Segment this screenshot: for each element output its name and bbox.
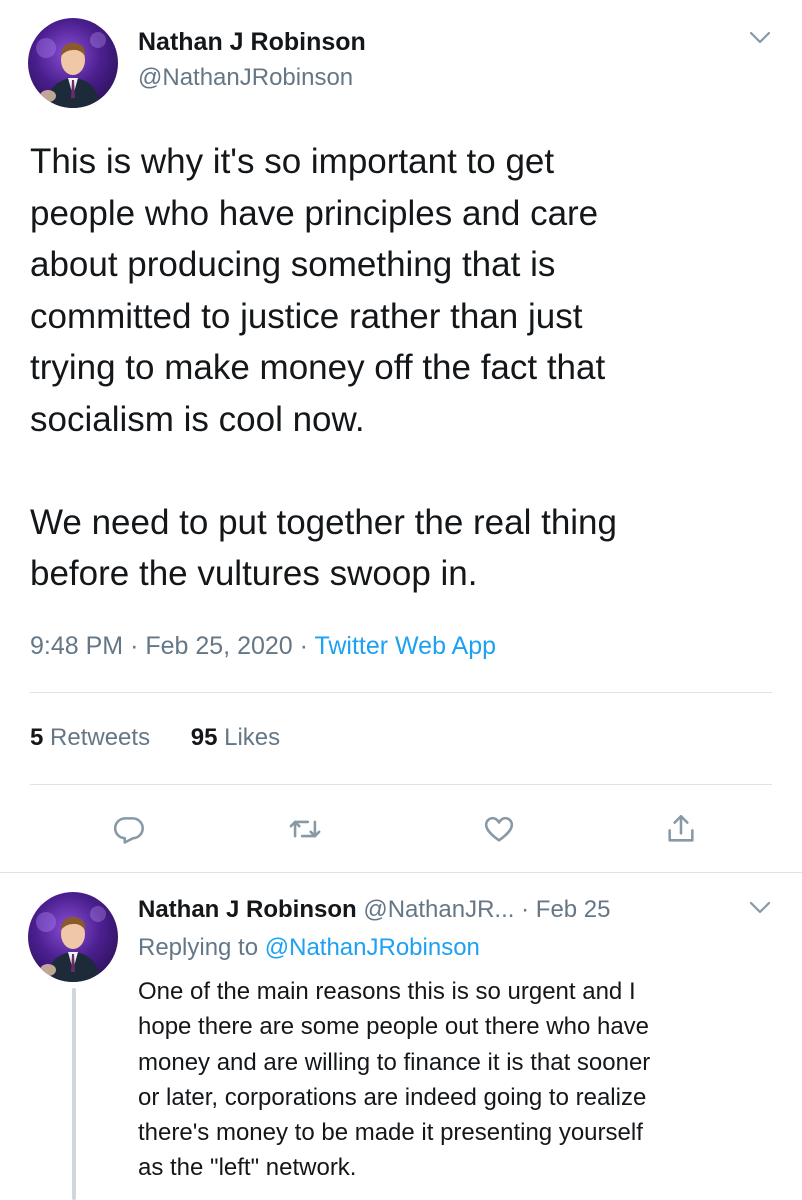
retweet-icon bbox=[289, 820, 321, 838]
chevron-down-icon[interactable] bbox=[748, 900, 772, 916]
like-icon bbox=[484, 816, 514, 842]
display-name[interactable]: Nathan J Robinson bbox=[138, 896, 357, 923]
display-name[interactable]: Nathan J Robinson bbox=[138, 28, 366, 57]
replying-label: Replying to bbox=[138, 934, 259, 961]
retweets-label: Retweets bbox=[50, 724, 151, 751]
meta-separator: · bbox=[299, 632, 308, 660]
avatar[interactable] bbox=[28, 892, 118, 982]
share-button[interactable] bbox=[660, 808, 702, 850]
likes-count: 95 bbox=[190, 724, 218, 751]
tweet-metadata: 9:48 PM · Feb 25, 2020 · Twitter Web App bbox=[30, 632, 496, 661]
meta-separator: · bbox=[521, 896, 530, 923]
likes-stat[interactable]: 95 Likes bbox=[191, 724, 280, 751]
divider bbox=[30, 784, 772, 785]
user-handle[interactable]: @NathanJR... bbox=[363, 896, 514, 923]
user-handle[interactable]: @NathanJRobinson bbox=[138, 64, 353, 92]
likes-label: Likes bbox=[224, 724, 281, 751]
retweet-button[interactable] bbox=[284, 808, 326, 850]
thread-connector-line bbox=[72, 988, 76, 1200]
meta-separator: · bbox=[130, 632, 139, 660]
tweet-text: This is why it's so important to get peo… bbox=[30, 142, 617, 593]
retweets-count: 5 bbox=[30, 724, 44, 751]
tweet-time[interactable]: 9:48 PM bbox=[30, 632, 123, 660]
avatar[interactable] bbox=[28, 18, 118, 108]
avatar-image bbox=[36, 32, 106, 108]
tweet-date[interactable]: Feb 25, 2020 bbox=[145, 632, 292, 660]
section-divider bbox=[0, 872, 802, 873]
divider bbox=[30, 692, 772, 693]
replying-to: Replying to @NathanJRobinson bbox=[138, 934, 480, 962]
reply-icon bbox=[113, 817, 144, 844]
chevron-down-icon[interactable] bbox=[748, 30, 772, 46]
reply-header: Nathan J Robinson @NathanJR... · Feb 25 bbox=[138, 896, 611, 924]
tweet-date[interactable]: Feb 25 bbox=[536, 896, 611, 923]
main-tweet: Nathan J Robinson @NathanJRobinson This … bbox=[0, 0, 802, 872]
retweets-stat[interactable]: 5 Retweets bbox=[30, 724, 150, 751]
tweet-stats: 5 Retweets 95 Likes bbox=[30, 724, 280, 752]
reply-button[interactable] bbox=[108, 808, 150, 850]
tweet-text: One of the main reasons this is so urgen… bbox=[138, 978, 651, 1182]
tweet-source-link[interactable]: Twitter Web App bbox=[314, 632, 496, 660]
avatar-image bbox=[36, 906, 106, 982]
share-icon bbox=[668, 814, 694, 842]
like-button[interactable] bbox=[478, 808, 520, 850]
mention-link[interactable]: @NathanJRobinson bbox=[265, 934, 480, 961]
